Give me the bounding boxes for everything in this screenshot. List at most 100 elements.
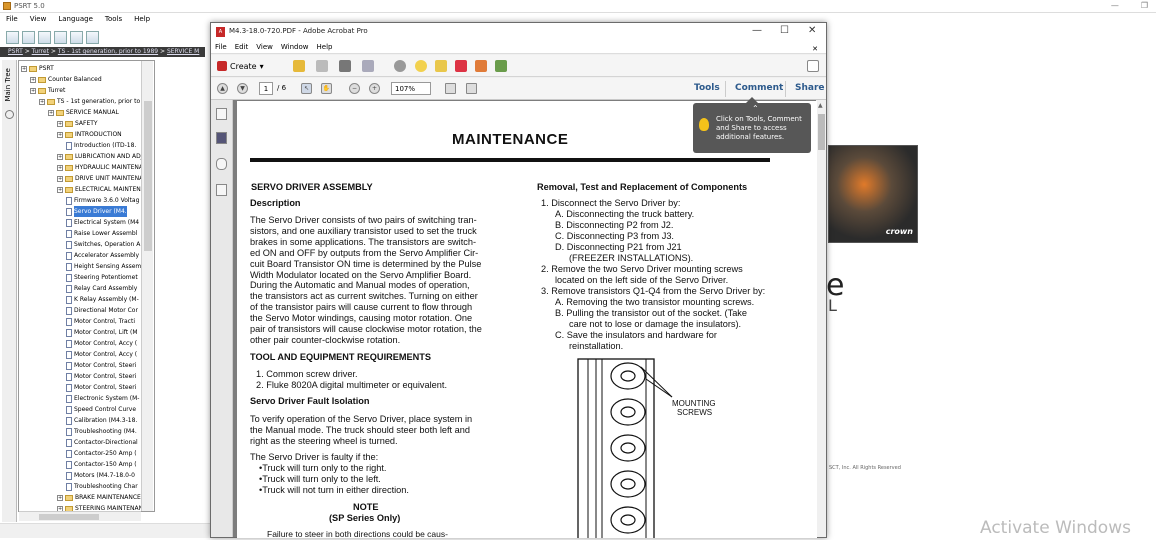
tools-pane-button[interactable]: Tools [694, 83, 720, 93]
comment-icon[interactable] [415, 60, 427, 72]
menu-file[interactable]: File [0, 13, 24, 26]
zoom-select[interactable]: 107% [391, 82, 431, 95]
tree-item[interactable]: Motor Control, Lift (M [66, 327, 138, 338]
tree-item[interactable]: Motor Control, Steeri [66, 360, 136, 371]
settings-icon[interactable] [394, 60, 406, 72]
signatures-icon[interactable] [216, 184, 227, 196]
close-document-icon[interactable]: ✕ [808, 43, 822, 55]
expand-icon[interactable]: + [57, 131, 63, 138]
email-icon[interactable] [362, 60, 374, 72]
expand-icon[interactable]: + [57, 164, 63, 171]
minimize-icon[interactable]: — [1111, 1, 1119, 10]
tree-item[interactable]: + BRAKE MAINTENANCE [57, 492, 141, 503]
tree-item[interactable]: Motor Control, Tracti [66, 316, 135, 327]
expand-icon[interactable]: + [39, 98, 45, 105]
breadcrumb-turret[interactable]: Turret [32, 48, 49, 55]
tree-item[interactable]: Calibration (M4.3-18. [66, 415, 137, 426]
expand-icon[interactable]: + [30, 76, 36, 83]
tree-item[interactable]: Introduction (ITD-18. [66, 140, 136, 151]
tree-item[interactable]: Raise Lower Assembl [66, 228, 137, 239]
attachments-icon[interactable] [216, 158, 227, 170]
tree-item[interactable]: Electronic System (M- [66, 393, 139, 404]
restore-icon[interactable]: ❐ [1141, 1, 1148, 10]
next-page-icon[interactable]: ▼ [237, 83, 248, 94]
zoom-in-icon[interactable]: + [369, 83, 380, 94]
expand-icon[interactable]: + [57, 494, 63, 501]
fit-width-icon[interactable] [466, 83, 477, 94]
acro-menu-view[interactable]: View [252, 41, 277, 53]
tree-horizontal-scrollbar[interactable] [19, 511, 141, 521]
tree-item[interactable]: + SERVICE MANUAL [48, 107, 119, 118]
tree-item[interactable]: Troubleshooting Char [66, 481, 138, 492]
tree-item[interactable]: Motor Control, Steeri [66, 382, 136, 393]
tree-item[interactable]: Motor Control, Accy ( [66, 338, 137, 349]
export-icon[interactable] [475, 60, 487, 72]
comment-pane-button[interactable]: Comment [735, 83, 783, 93]
share-pane-button[interactable]: Share [795, 83, 825, 93]
tree-item[interactable]: Electrical System (M4 [66, 217, 139, 228]
tree-item[interactable]: Firmware 3.6.0 Voltag [66, 195, 139, 206]
tree-item[interactable]: Motor Control, Accy ( [66, 349, 137, 360]
maximize-icon[interactable]: ☐ [780, 25, 789, 36]
minimize-icon[interactable]: — [752, 25, 762, 36]
tree-item[interactable]: Height Sensing Assem [66, 261, 141, 272]
sign-icon[interactable] [455, 60, 467, 72]
previous-page-icon[interactable]: ▲ [217, 83, 228, 94]
create-button[interactable]: Create ▾ [217, 59, 264, 73]
search-icon[interactable] [5, 110, 14, 119]
tree-item[interactable]: + Counter Balanced [30, 74, 102, 85]
main-tree-tab[interactable]: Main Tree [2, 60, 17, 522]
tree-item[interactable]: + ELECTRICAL MAINTENAN [57, 184, 149, 195]
bookmarks-icon[interactable] [216, 132, 227, 144]
forward-icon[interactable] [22, 30, 35, 44]
home-icon[interactable] [38, 30, 51, 44]
zoom-out-icon[interactable]: − [349, 83, 360, 94]
expand-icon[interactable]: + [57, 153, 63, 160]
close-icon[interactable]: ✕ [808, 25, 816, 36]
back-icon[interactable] [6, 30, 19, 44]
tree-item[interactable]: Accelerator Assembly [66, 250, 139, 261]
expand-icon[interactable] [807, 60, 819, 72]
tree-item[interactable]: Switches, Operation A [66, 239, 140, 250]
acro-menu-window[interactable]: Window [277, 41, 313, 53]
breadcrumb-ts[interactable]: TS - 1st generation, prior to 1989 [58, 48, 158, 55]
print-icon[interactable] [339, 60, 351, 72]
pdf-vertical-scrollbar[interactable]: ▲ [816, 100, 826, 537]
tree-item[interactable]: Motors (M4.7-18.0-0 [66, 470, 135, 481]
expand-icon[interactable]: + [48, 109, 54, 116]
acro-menu-edit[interactable]: Edit [231, 41, 253, 53]
tree-item[interactable]: + Turret [30, 85, 65, 96]
page-thumbnails-icon[interactable] [216, 108, 227, 120]
expand-icon[interactable]: + [57, 120, 63, 127]
tree-item[interactable]: Speed Control Curve [66, 404, 136, 415]
hand-tool-icon[interactable]: ✋ [321, 83, 332, 94]
open-icon[interactable] [293, 60, 305, 72]
fit-page-icon[interactable] [445, 83, 456, 94]
menu-tools[interactable]: Tools [99, 13, 128, 26]
tree-item[interactable]: Contactor-250 Amp ( [66, 448, 137, 459]
tree-item[interactable]: Steering Potentiomet [66, 272, 138, 283]
expand-icon[interactable]: + [57, 175, 63, 182]
expand-icon[interactable]: + [57, 186, 63, 193]
tree-item[interactable]: Relay Card Assembly [66, 283, 137, 294]
tree-vertical-scrollbar[interactable] [141, 61, 153, 511]
tree-item[interactable]: + LUBRICATION AND ADJU [57, 151, 147, 162]
acro-menu-help[interactable]: Help [313, 41, 337, 53]
tree-item[interactable]: + TS - 1st generation, prior to 19 [39, 96, 150, 107]
tree-item[interactable]: Contactor-Directional [66, 437, 138, 448]
tree-item[interactable]: Servo Driver (M4. [66, 206, 127, 217]
menu-language[interactable]: Language [52, 13, 99, 26]
tree-item[interactable]: Directional Motor Cor [66, 305, 138, 316]
tree-item[interactable]: + SAFETY [57, 118, 98, 129]
select-tool-icon[interactable]: ↖ [301, 83, 312, 94]
tree-item[interactable]: + HYDRAULIC MAINTENAN [57, 162, 148, 173]
copy-icon[interactable] [70, 30, 83, 44]
edit-icon[interactable] [495, 60, 507, 72]
print-icon[interactable] [86, 30, 99, 44]
tree-item[interactable]: + INTRODUCTION [57, 129, 122, 140]
tree-item[interactable]: + PSRT [21, 63, 54, 74]
menu-help[interactable]: Help [128, 13, 156, 26]
breadcrumb-psrt[interactable]: PSRT [8, 48, 23, 55]
tree-item[interactable]: Contactor-150 Amp ( [66, 459, 137, 470]
stamp-icon[interactable] [435, 60, 447, 72]
